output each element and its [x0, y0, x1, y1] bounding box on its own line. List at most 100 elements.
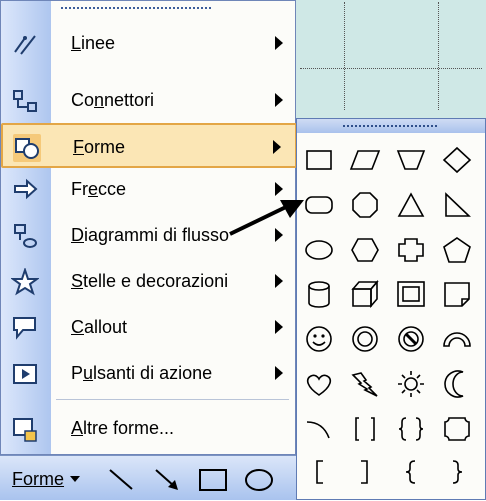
donut-shape-button[interactable]	[347, 322, 383, 356]
right-triangle-shape-button[interactable]	[439, 188, 475, 222]
left-bracket-icon	[316, 460, 323, 484]
menu-item-label: Pulsanti di azione	[71, 363, 213, 383]
block-arrows-icon	[11, 176, 39, 204]
right-brace-shape-button[interactable]	[439, 455, 475, 489]
oval-tool-button[interactable]	[242, 462, 276, 496]
right-brace-icon	[452, 460, 463, 484]
lightning-bolt-shape-button[interactable]	[347, 367, 383, 401]
isosceles-triangle-icon	[397, 192, 425, 217]
grid-line	[438, 2, 439, 110]
bevel-icon	[397, 281, 425, 307]
menu-item-label: Connettori	[71, 90, 155, 110]
menu-item-label: Callout	[71, 317, 128, 337]
diamond-icon	[442, 146, 472, 174]
can-shape-button[interactable]	[301, 277, 337, 311]
rectangle-tool-button[interactable]	[196, 462, 230, 496]
block-arc-icon	[443, 332, 471, 347]
heart-shape-button[interactable]	[301, 367, 337, 401]
flowchart-icon	[11, 222, 39, 250]
oval-tool-icon	[245, 469, 273, 491]
menu-item-action-buttons[interactable]: Pulsanti di azione	[1, 351, 297, 396]
double-brace-shape-button[interactable]	[393, 412, 429, 446]
oval-shape-button[interactable]	[301, 233, 337, 267]
forme-dropdown-label: Forme	[12, 469, 65, 489]
submenu-arrow-icon	[275, 36, 283, 50]
menu-item-label: Frecce	[71, 179, 127, 199]
oval-icon	[305, 240, 333, 260]
trapezoid-icon	[396, 150, 426, 170]
left-brace-icon	[405, 460, 416, 484]
diamond-shape-button[interactable]	[439, 143, 475, 177]
slide-background	[296, 0, 486, 118]
arc-icon	[306, 421, 330, 439]
block-arc-shape-button[interactable]	[439, 322, 475, 356]
bevel-shape-button[interactable]	[393, 277, 429, 311]
donut-icon	[352, 326, 378, 352]
menu-item-label: Forme	[73, 137, 126, 157]
left-brace-shape-button[interactable]	[393, 455, 429, 489]
menu-item-label: Diagrammi di flusso	[71, 225, 230, 245]
rectangle-shape-button[interactable]	[301, 143, 337, 177]
menu-item-connectors[interactable]: Connettori	[1, 78, 297, 123]
lines-icon	[11, 30, 39, 58]
lightning-bolt-icon	[351, 372, 378, 397]
sun-shape-button[interactable]	[393, 367, 429, 401]
trapezoid-shape-button[interactable]	[393, 143, 429, 177]
arrow-tool-icon	[155, 469, 178, 490]
more-shapes-icon	[11, 415, 39, 443]
menu-item-basic-shapes[interactable]: Forme	[1, 123, 297, 168]
octagon-shape-button[interactable]	[347, 188, 383, 222]
pointer-arrow-annotation	[229, 200, 304, 236]
stars-banners-icon	[11, 268, 39, 296]
no-symbol-shape-button[interactable]	[393, 322, 429, 356]
isosceles-triangle-shape-button[interactable]	[393, 188, 429, 222]
octagon-icon	[352, 192, 378, 218]
folded-corner-shape-button[interactable]	[439, 277, 475, 311]
menu-item-more-shapes[interactable]: Altre forme...	[1, 406, 297, 451]
pentagon-shape-button[interactable]	[439, 233, 475, 267]
right-bracket-shape-button[interactable]	[347, 455, 383, 489]
no-symbol-icon	[398, 326, 424, 352]
right-triangle-icon	[445, 192, 471, 217]
menu-item-lines[interactable]: Linee	[1, 21, 297, 66]
grid-line	[300, 68, 482, 69]
connectors-icon	[11, 87, 39, 115]
rectangle-icon	[306, 150, 332, 170]
submenu-arrow-icon	[275, 320, 283, 334]
chevron-down-icon	[70, 476, 81, 482]
menu-item-label: Altre forme...	[71, 418, 175, 438]
menu-item-stars-banners[interactable]: Stelle e decorazioni	[1, 259, 297, 304]
arc-shape-button[interactable]	[301, 412, 337, 446]
smiley-face-shape-button[interactable]	[301, 322, 337, 356]
can-icon	[308, 281, 330, 308]
cross-shape-button[interactable]	[393, 233, 429, 267]
cube-shape-button[interactable]	[347, 277, 383, 311]
parallelogram-shape-button[interactable]	[347, 143, 383, 177]
callout-icon	[11, 314, 39, 342]
folded-corner-icon	[444, 282, 470, 307]
double-bracket-shape-button[interactable]	[347, 412, 383, 446]
menu-drag-grip[interactable]	[61, 3, 211, 13]
forme-dropdown-button[interactable]: Forme	[6, 462, 86, 496]
hexagon-shape-button[interactable]	[347, 233, 383, 267]
cross-icon	[398, 238, 424, 262]
submenu-drag-grip[interactable]	[297, 119, 485, 133]
submenu-arrow-icon	[275, 93, 283, 107]
forme-submenu	[296, 118, 486, 500]
arrow-tool-button[interactable]	[150, 462, 184, 496]
submenu-arrow-icon	[275, 366, 283, 380]
menu-item-callout[interactable]: Callout	[1, 305, 297, 350]
left-bracket-shape-button[interactable]	[301, 455, 337, 489]
line-tool-icon	[109, 469, 133, 490]
hexagon-icon	[351, 238, 379, 262]
right-bracket-icon	[361, 460, 368, 484]
plaque-shape-button[interactable]	[439, 412, 475, 446]
submenu-arrow-icon	[275, 182, 283, 196]
moon-shape-button[interactable]	[439, 367, 475, 401]
drawing-toolbar: Forme	[0, 455, 296, 500]
rectangle-tool-icon	[199, 469, 227, 491]
double-bracket-icon	[355, 417, 375, 441]
grid-line	[344, 2, 345, 110]
line-tool-button[interactable]	[104, 462, 138, 496]
submenu-arrow-icon	[275, 274, 283, 288]
